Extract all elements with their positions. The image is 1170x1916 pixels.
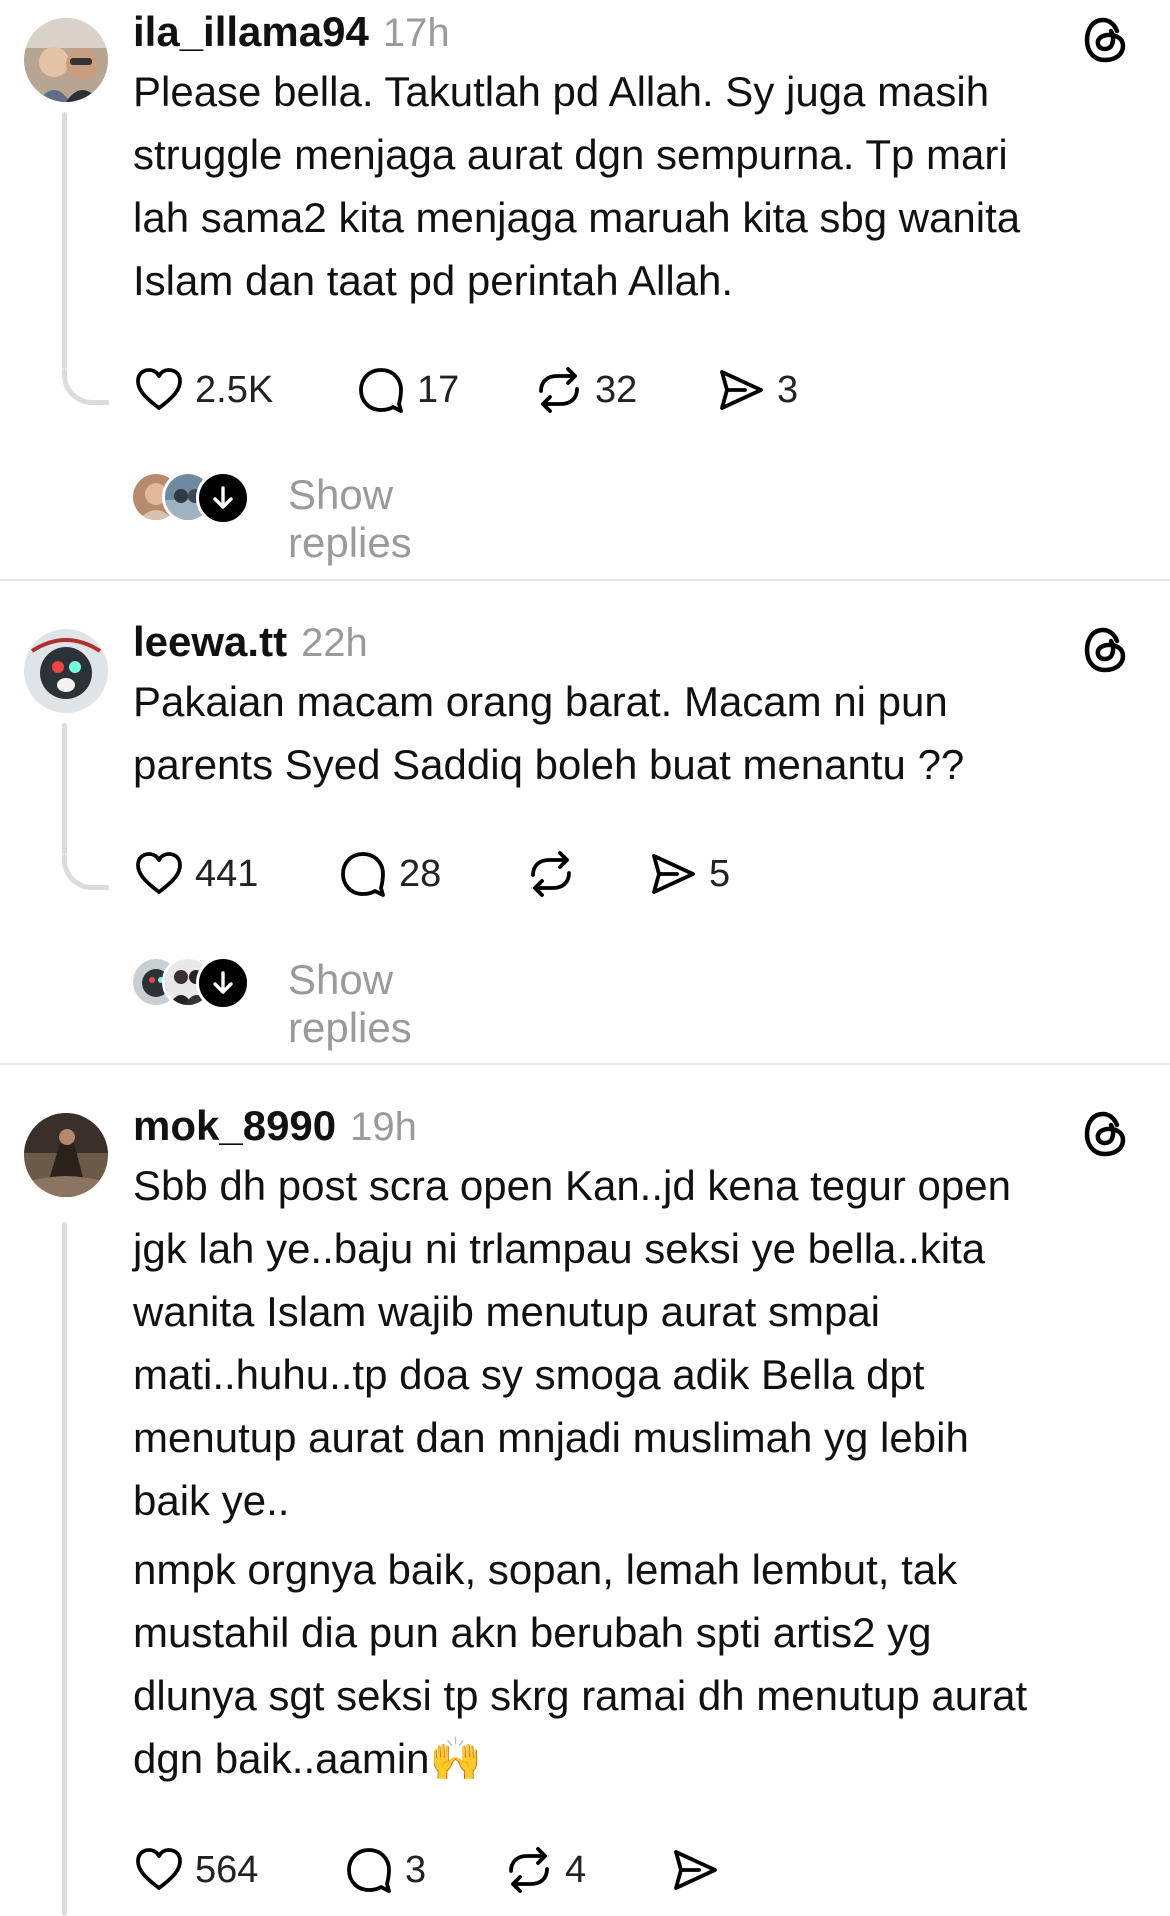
comment-button[interactable]: 28 (337, 846, 441, 902)
timestamp: 17h (382, 11, 450, 55)
text-line: parents Syed Saddiq boleh buat menantu ?… (133, 741, 965, 788)
thread-line-curve (62, 370, 109, 405)
post-header: mok_8990 19h (133, 1102, 417, 1162)
post-text: Pakaian macam orang barat. Macam ni pun … (133, 670, 1123, 796)
send-icon (652, 854, 695, 894)
repost-icon (539, 367, 579, 413)
avatar[interactable] (24, 629, 108, 713)
username[interactable]: leewa.tt (133, 618, 287, 666)
share-count: 5 (709, 852, 731, 895)
comment-button[interactable]: 3 (343, 1842, 426, 1898)
comment-bubble-icon (341, 852, 385, 897)
thread-line-curve (62, 855, 109, 890)
text-line: struggle menjaga aurat dgn sempurna. Tp … (133, 131, 1008, 178)
like-button[interactable]: 2.5K (133, 362, 273, 418)
repost-icon (531, 851, 571, 897)
arrow-down-icon[interactable] (196, 471, 250, 525)
text-line: baik ye.. (133, 1477, 290, 1524)
comment-bubble-icon (359, 368, 403, 413)
comment-count: 3 (405, 1848, 427, 1891)
text-line: dgn baik..aamin🙌 (133, 1735, 482, 1782)
comment-count: 17 (417, 368, 460, 411)
post-text: Please bella. Takutlah pd Allah. Sy juga… (133, 60, 1123, 312)
text-line: mati..huhu..tp doa sy smoga adik Bella d… (133, 1351, 925, 1398)
post-header: leewa.tt 22h (133, 618, 368, 678)
like-count: 441 (195, 852, 259, 895)
repost-button[interactable] (525, 846, 587, 902)
like-button[interactable]: 564 (133, 1842, 258, 1898)
like-count: 2.5K (195, 368, 274, 411)
text-line: wanita Islam wajib menutup aurat smpai (133, 1288, 881, 1335)
avatar[interactable] (24, 18, 108, 102)
text-line: Please bella. Takutlah pd Allah. Sy juga… (133, 68, 990, 115)
text-paragraph: Sbb dh post scra open Kan..jd kena tegur… (133, 1154, 1123, 1532)
repost-button[interactable]: 32 (533, 362, 637, 418)
like-button[interactable]: 441 (133, 846, 258, 902)
text-line: menutup aurat dan mnjadi muslimah yg leb… (133, 1414, 969, 1461)
text-line: lah sama2 kita menjaga maruah kita sbg w… (133, 194, 1021, 241)
comment-count: 28 (399, 852, 442, 895)
text-line: mustahil dia pun akn berubah spti artis2… (133, 1609, 932, 1656)
heart-icon (136, 368, 182, 410)
thread-line (62, 1222, 67, 1916)
text-line: nmpk orgnya baik, sopan, lemah lembut, t… (133, 1546, 958, 1593)
timestamp: 22h (301, 621, 368, 665)
text-line: dlunya sgt seksi tp skrg ramai dh menutu… (133, 1672, 1028, 1719)
share-button[interactable]: 5 (647, 846, 730, 902)
heart-icon (136, 852, 182, 894)
thread-line (62, 112, 67, 370)
username[interactable]: ila_illama94 (133, 8, 369, 56)
show-replies-link[interactable]: Show replies (288, 956, 412, 1052)
send-icon (720, 370, 763, 410)
text-line: Sbb dh post scra open Kan..jd kena tegur… (133, 1162, 1011, 1209)
post-text: Sbb dh post scra open Kan..jd kena tegur… (133, 1154, 1123, 1790)
share-button[interactable]: 3 (715, 362, 798, 418)
avatar[interactable] (24, 1113, 108, 1197)
like-count: 564 (195, 1848, 259, 1891)
text-paragraph: nmpk orgnya baik, sopan, lemah lembut, t… (133, 1538, 1123, 1790)
threads-logo-icon[interactable] (1080, 624, 1132, 676)
repost-count: 4 (565, 1848, 587, 1891)
show-replies-link[interactable]: Show replies (288, 471, 412, 567)
divider (0, 579, 1170, 581)
text-line: Pakaian macam orang barat. Macam ni pun (133, 678, 948, 725)
post-header: ila_illama94 17h (133, 8, 450, 68)
comment-button[interactable]: 17 (355, 362, 459, 418)
repost-button[interactable]: 4 (503, 1842, 586, 1898)
comment-bubble-icon (347, 1848, 391, 1893)
heart-icon (136, 1848, 182, 1890)
arrow-down-icon[interactable] (196, 956, 250, 1010)
timestamp: 19h (350, 1105, 417, 1149)
share-count: 3 (777, 368, 799, 411)
share-button[interactable] (669, 1842, 731, 1898)
threads-logo-icon[interactable] (1080, 14, 1132, 66)
repost-count: 32 (595, 368, 638, 411)
threads-logo-icon[interactable] (1080, 1108, 1132, 1160)
text-line: jgk lah ye..baju ni trlampau seksi ye be… (133, 1225, 986, 1272)
thread-line (62, 723, 67, 855)
send-icon (674, 1850, 717, 1890)
text-paragraph: Please bella. Takutlah pd Allah. Sy juga… (133, 60, 1123, 312)
text-paragraph: Pakaian macam orang barat. Macam ni pun … (133, 670, 1123, 796)
repost-icon (509, 1847, 549, 1893)
divider (0, 1063, 1170, 1065)
text-line: Islam dan taat pd perintah Allah. (133, 257, 734, 304)
username[interactable]: mok_8990 (133, 1102, 336, 1150)
